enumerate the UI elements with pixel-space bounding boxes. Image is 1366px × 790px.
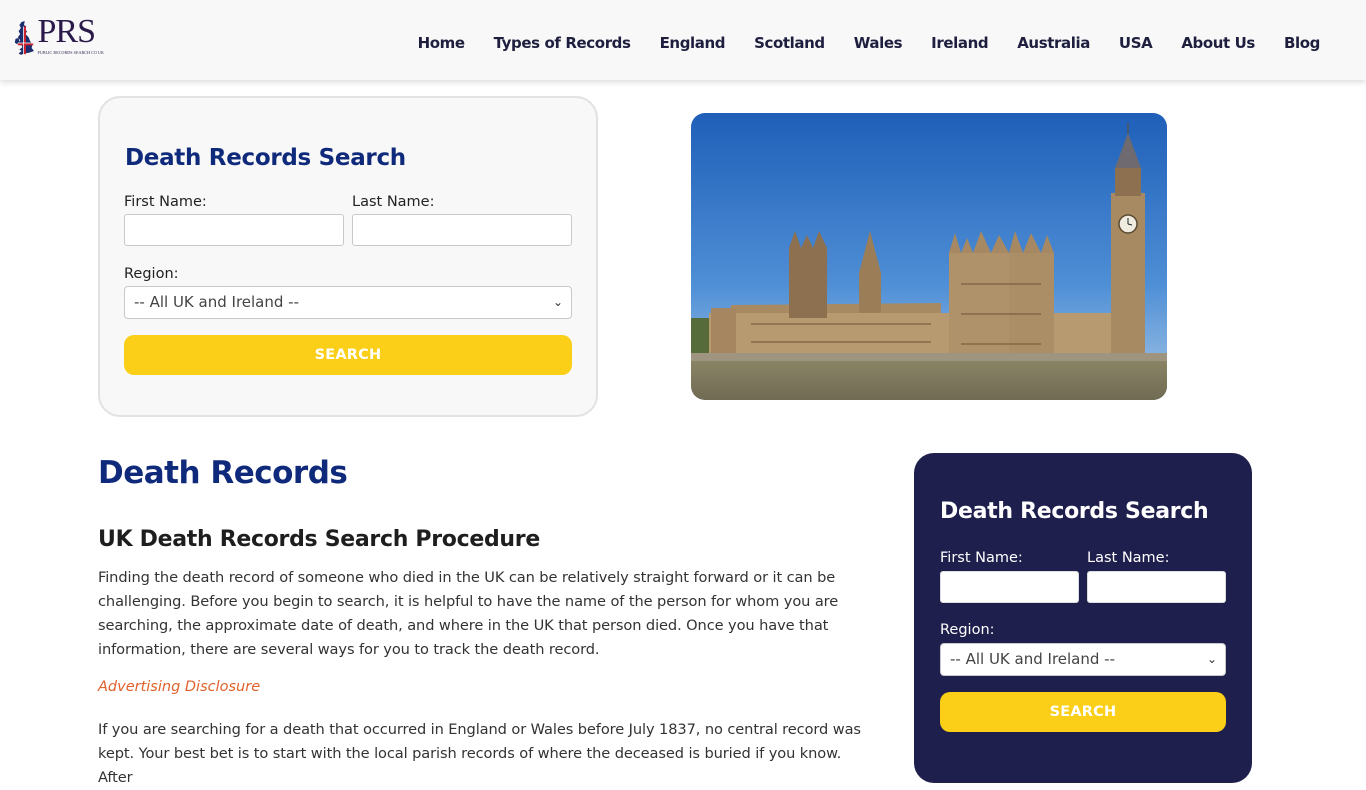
nav-usa[interactable]: USA <box>1119 34 1153 52</box>
last-name-input[interactable] <box>352 214 572 246</box>
region-label: Region: <box>124 266 179 282</box>
sidebar-first-name-label: First Name: <box>940 550 1023 566</box>
site-logo[interactable]: PRS PUBLIC RECORDS SEARCH CO UK <box>14 15 104 63</box>
nav-types-of-records[interactable]: Types of Records <box>494 34 631 52</box>
last-name-label: Last Name: <box>352 194 435 210</box>
body-paragraph: If you are searching for a death that oc… <box>98 721 861 786</box>
parliament-illustration <box>691 113 1167 400</box>
section-heading: UK Death Records Search Procedure <box>98 527 540 552</box>
nav-ireland[interactable]: Ireland <box>931 34 988 52</box>
intro-paragraph: Finding the death record of someone who … <box>98 569 839 658</box>
uk-map-flag-icon <box>14 21 34 55</box>
nav-scotland[interactable]: Scotland <box>754 34 825 52</box>
region-select[interactable]: -- All UK and Ireland -- ⌄ <box>124 286 572 319</box>
nav-england[interactable]: England <box>660 34 726 52</box>
sidebar-search-button[interactable]: SEARCH <box>940 692 1226 732</box>
sidebar-region-label: Region: <box>940 622 995 638</box>
first-name-input[interactable] <box>124 214 344 246</box>
sidebar-region-select[interactable]: -- All UK and Ireland -- ⌄ <box>940 643 1226 676</box>
nav-blog[interactable]: Blog <box>1284 34 1320 52</box>
page-title: Death Records <box>98 455 348 491</box>
chevron-down-icon: ⌄ <box>552 295 563 309</box>
sidebar-first-name-input[interactable] <box>940 571 1079 603</box>
sidebar-last-name-label: Last Name: <box>1087 550 1170 566</box>
advertising-disclosure-link[interactable]: Advertising Disclosure <box>98 679 260 695</box>
search-form-top: Death Records Search First Name: Last Na… <box>98 96 598 417</box>
logo-text: PRS <box>37 13 96 50</box>
search-button[interactable]: SEARCH <box>124 335 572 375</box>
first-name-label: First Name: <box>124 194 207 210</box>
search-form-sidebar: Death Records Search First Name: Last Na… <box>914 453 1252 783</box>
search-form-title: Death Records Search <box>125 145 406 171</box>
parliament-hero-image <box>691 113 1167 400</box>
nav-about-us[interactable]: About Us <box>1181 34 1255 52</box>
sidebar-region-selected-value: -- All UK and Ireland -- <box>950 650 1115 668</box>
nav-home[interactable]: Home <box>418 34 465 52</box>
main-nav: Home Types of Records England Scotland W… <box>389 34 1321 52</box>
nav-australia[interactable]: Australia <box>1017 34 1090 52</box>
sidebar-last-name-input[interactable] <box>1087 571 1226 603</box>
chevron-down-icon: ⌄ <box>1206 652 1217 666</box>
logo-subtitle: PUBLIC RECORDS SEARCH CO UK <box>37 50 104 55</box>
sidebar-search-title: Death Records Search <box>940 499 1209 524</box>
site-header: PRS PUBLIC RECORDS SEARCH CO UK Home Typ… <box>0 0 1366 80</box>
nav-wales[interactable]: Wales <box>854 34 903 52</box>
region-selected-value: -- All UK and Ireland -- <box>134 293 299 311</box>
